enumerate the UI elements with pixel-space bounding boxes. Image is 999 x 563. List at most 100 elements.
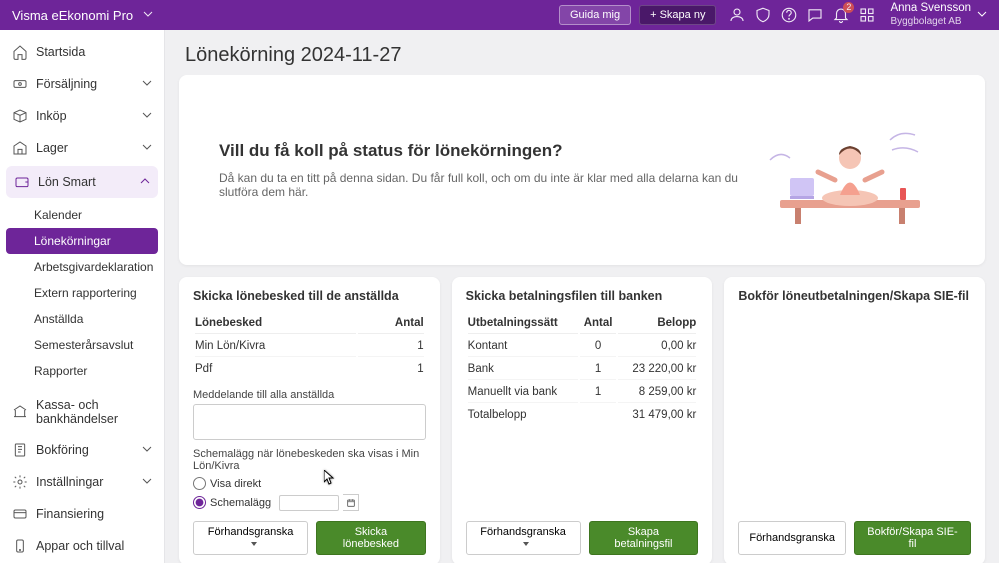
row-count: 1	[580, 382, 615, 403]
sidebar: Startsida Försäljning Inköp Lager Lön Sm…	[0, 30, 165, 563]
sidebar-item-label: Inställningar	[36, 475, 103, 489]
row-label: Bank	[468, 359, 579, 380]
bank-icon	[12, 404, 28, 420]
card-send-payment-file: Skicka betalningsfilen till banken Utbet…	[452, 277, 713, 563]
info-panel-desc: Då kan du ta en titt på denna sidan. Du …	[219, 171, 755, 199]
message-input[interactable]	[193, 404, 426, 440]
chevron-down-icon	[142, 475, 152, 489]
card-icon	[12, 506, 28, 522]
col-antal: Antal	[358, 313, 424, 334]
card-bokfor: Bokför löneutbetalningen/Skapa SIE-fil F…	[724, 277, 985, 563]
row-count: 1	[580, 359, 615, 380]
message-label: Meddelande till alla anställda	[193, 389, 426, 401]
meditation-illustration	[755, 105, 945, 235]
notification-badge: 2	[843, 2, 854, 13]
sidebar-item-label: Försäljning	[36, 77, 97, 91]
preview-button[interactable]: Förhandsgranska	[466, 521, 581, 555]
bell-icon[interactable]: 2	[828, 2, 854, 28]
card-title: Skicka betalningsfilen till banken	[466, 289, 699, 303]
guide-button[interactable]: Guida mig	[559, 5, 631, 25]
user-company: Byggbolaget AB	[890, 16, 971, 28]
sidebar-item-bokforing[interactable]: Bokföring	[0, 434, 164, 466]
page-title: Lönekörning 2024-11-27	[165, 30, 999, 75]
row-amount: 0,00 kr	[618, 336, 697, 357]
chat-icon[interactable]	[802, 2, 828, 28]
chevron-down-icon	[142, 109, 152, 123]
user-name: Anna Svensson	[890, 2, 971, 16]
row-amount: 8 259,00 kr	[618, 382, 697, 403]
row-label: Min Lön/Kivra	[195, 336, 356, 357]
sidebar-sub-lonekorningar[interactable]: Lönekörningar	[6, 228, 158, 254]
schedule-date-input[interactable]	[279, 495, 339, 511]
bokfor-button[interactable]: Bokför/Skapa SIE-fil	[854, 521, 971, 555]
phone-icon	[12, 538, 28, 554]
gear-icon	[12, 474, 28, 490]
sidebar-item-label: Kassa- och bankhändelser	[36, 398, 152, 426]
create-button[interactable]: + Skapa ny	[639, 5, 716, 25]
sidebar-sub-kalender[interactable]: Kalender	[0, 202, 164, 228]
sidebar-item-label: Inköp	[36, 109, 67, 123]
preview-button[interactable]: Förhandsgranska	[193, 521, 308, 555]
sidebar-item-lon-smart[interactable]: Lön Smart	[6, 166, 158, 198]
sidebar-sub-rapporter[interactable]: Rapporter	[0, 358, 164, 384]
help-icon[interactable]	[776, 2, 802, 28]
info-panel: Vill du få koll på status för lönekörnin…	[179, 75, 985, 265]
sidebar-item-appar[interactable]: Appar och tillval	[0, 530, 164, 562]
row-label: Pdf	[195, 359, 356, 379]
calendar-icon[interactable]	[343, 494, 359, 511]
row-label: Kontant	[468, 336, 579, 357]
create-payment-file-button[interactable]: Skapa betalningsfil	[589, 521, 699, 555]
box-icon	[12, 108, 28, 124]
sidebar-item-finansiering[interactable]: Finansiering	[0, 498, 164, 530]
sidebar-item-startsida[interactable]: Startsida	[0, 36, 164, 68]
card-title: Skicka lönebesked till de anställda	[193, 289, 426, 303]
chevron-down-icon[interactable]	[143, 8, 153, 22]
col-utbet: Utbetalningssätt	[468, 313, 579, 334]
preview-button[interactable]: Förhandsgranska	[738, 521, 846, 555]
sidebar-item-label: Lager	[36, 141, 68, 155]
home-icon	[12, 44, 28, 60]
user-icon[interactable]	[724, 2, 750, 28]
sidebar-item-label: Bokföring	[36, 443, 89, 457]
row-label: Manuellt via bank	[468, 382, 579, 403]
row-total-label: Totalbelopp	[468, 405, 579, 425]
sidebar-sub-semesterarsavslut[interactable]: Semesterårsavslut	[0, 332, 164, 358]
cash-icon	[12, 76, 28, 92]
card-send-payslips: Skicka lönebesked till de anställda Löne…	[179, 277, 440, 563]
sidebar-item-forsaljning[interactable]: Försäljning	[0, 68, 164, 100]
row-total-amount: 31 479,00 kr	[618, 405, 697, 425]
apps-icon[interactable]	[854, 2, 880, 28]
shield-icon[interactable]	[750, 2, 776, 28]
col-belopp: Belopp	[618, 313, 697, 334]
col-lonebesked: Lönebesked	[195, 313, 356, 334]
sidebar-item-kassa[interactable]: Kassa- och bankhändelser	[0, 390, 164, 434]
sidebar-item-label: Startsida	[36, 45, 85, 59]
sidebar-sub-arbetsgivardeklaration[interactable]: Arbetsgivardeklaration	[0, 254, 164, 280]
row-value: 1	[358, 336, 424, 357]
sidebar-item-lager[interactable]: Lager	[0, 132, 164, 164]
chevron-down-icon	[142, 141, 152, 155]
user-menu-caret-icon[interactable]	[977, 8, 987, 22]
sidebar-item-label: Lön Smart	[38, 175, 96, 189]
sidebar-item-inkop[interactable]: Inköp	[0, 100, 164, 132]
warehouse-icon	[12, 140, 28, 156]
ledger-icon	[12, 442, 28, 458]
row-count: 0	[580, 336, 615, 357]
card-title: Bokför löneutbetalningen/Skapa SIE-fil	[738, 289, 971, 303]
radio-visa-direkt[interactable]: Visa direkt	[193, 477, 426, 490]
chevron-down-icon	[142, 77, 152, 91]
radio-schemalagg[interactable]: Schemalägg	[193, 494, 426, 511]
app-name: Visma eEkonomi Pro	[12, 8, 133, 23]
info-panel-title: Vill du få koll på status för lönekörnin…	[219, 141, 755, 161]
wallet-icon	[14, 174, 30, 190]
sidebar-sub-anstallda[interactable]: Anställda	[0, 306, 164, 332]
schedule-label: Schemalägg när lönebeskeden ska visas i …	[193, 448, 426, 472]
col-antal: Antal	[580, 313, 615, 334]
sidebar-item-label: Finansiering	[36, 507, 104, 521]
sidebar-item-installningar[interactable]: Inställningar	[0, 466, 164, 498]
row-value: 1	[358, 359, 424, 379]
user-menu[interactable]: Anna Svensson Byggbolaget AB	[890, 2, 971, 28]
send-payslips-button[interactable]: Skicka lönebesked	[316, 521, 426, 555]
sidebar-sub-extern-rapportering[interactable]: Extern rapportering	[0, 280, 164, 306]
sidebar-item-label: Appar och tillval	[36, 539, 124, 553]
